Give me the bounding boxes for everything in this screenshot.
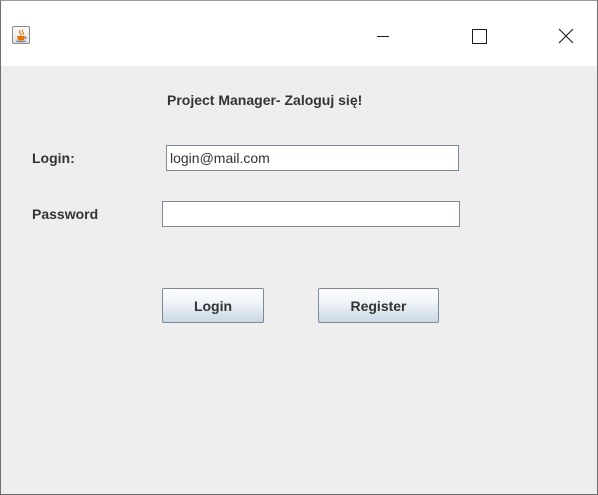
register-button[interactable]: Register (318, 288, 439, 323)
minimize-button[interactable] (360, 19, 406, 53)
title-bar[interactable] (1, 1, 597, 66)
login-window: Project Manager- Zaloguj się! Login: Pas… (0, 0, 598, 495)
form-heading: Project Manager- Zaloguj się! (167, 92, 363, 108)
login-label: Login: (32, 150, 75, 166)
login-form: Project Manager- Zaloguj się! Login: Pas… (1, 66, 597, 494)
maximize-icon (472, 29, 487, 44)
login-input[interactable] (166, 145, 459, 171)
password-input[interactable] (162, 201, 460, 227)
maximize-button[interactable] (456, 19, 502, 53)
minimize-icon (377, 36, 389, 37)
close-icon (558, 28, 574, 44)
java-cup-icon[interactable] (12, 26, 30, 44)
login-button[interactable]: Login (162, 288, 264, 323)
password-label: Password (32, 206, 99, 222)
close-button[interactable] (544, 19, 590, 53)
